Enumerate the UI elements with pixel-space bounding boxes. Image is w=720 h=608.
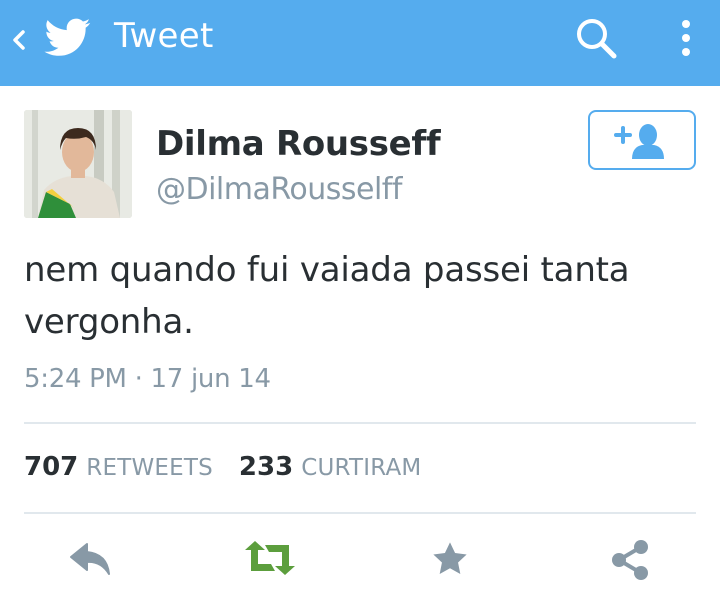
author-handle[interactable]: @DilmaRousselff xyxy=(156,172,402,207)
tweet-stats: 707 RETWEETS 233 CURTIRAM xyxy=(24,452,421,486)
reply-icon xyxy=(70,543,110,575)
divider xyxy=(24,512,696,514)
app-bar: Tweet xyxy=(0,0,720,86)
add-user-icon xyxy=(614,124,664,159)
retweet-icon xyxy=(245,541,295,575)
likes-label[interactable]: CURTIRAM xyxy=(301,455,421,481)
favorite-button[interactable] xyxy=(420,538,480,590)
search-icon[interactable] xyxy=(572,14,622,64)
retweets-count[interactable]: 707 xyxy=(24,452,78,482)
more-vertical-icon[interactable] xyxy=(668,12,704,64)
divider xyxy=(24,422,696,424)
twitter-bird-icon[interactable] xyxy=(42,14,94,60)
share-button[interactable] xyxy=(600,538,660,590)
page-title: Tweet xyxy=(114,16,214,56)
avatar[interactable] xyxy=(24,110,132,218)
tweet-timestamp: 5:24 PM · 17 jun 14 xyxy=(24,364,271,394)
star-icon xyxy=(433,542,467,575)
author-display-name[interactable]: Dilma Rousseff xyxy=(156,124,441,164)
chevron-left-icon[interactable] xyxy=(9,22,29,58)
share-icon xyxy=(612,540,648,580)
retweet-button[interactable] xyxy=(240,538,300,590)
retweets-label[interactable]: RETWEETS xyxy=(86,455,213,481)
likes-count[interactable]: 233 xyxy=(239,452,293,482)
reply-button[interactable] xyxy=(60,538,120,590)
tweet-text: nem quando fui vaiada passei tanta vergo… xyxy=(24,250,630,342)
follow-button[interactable] xyxy=(588,110,696,170)
